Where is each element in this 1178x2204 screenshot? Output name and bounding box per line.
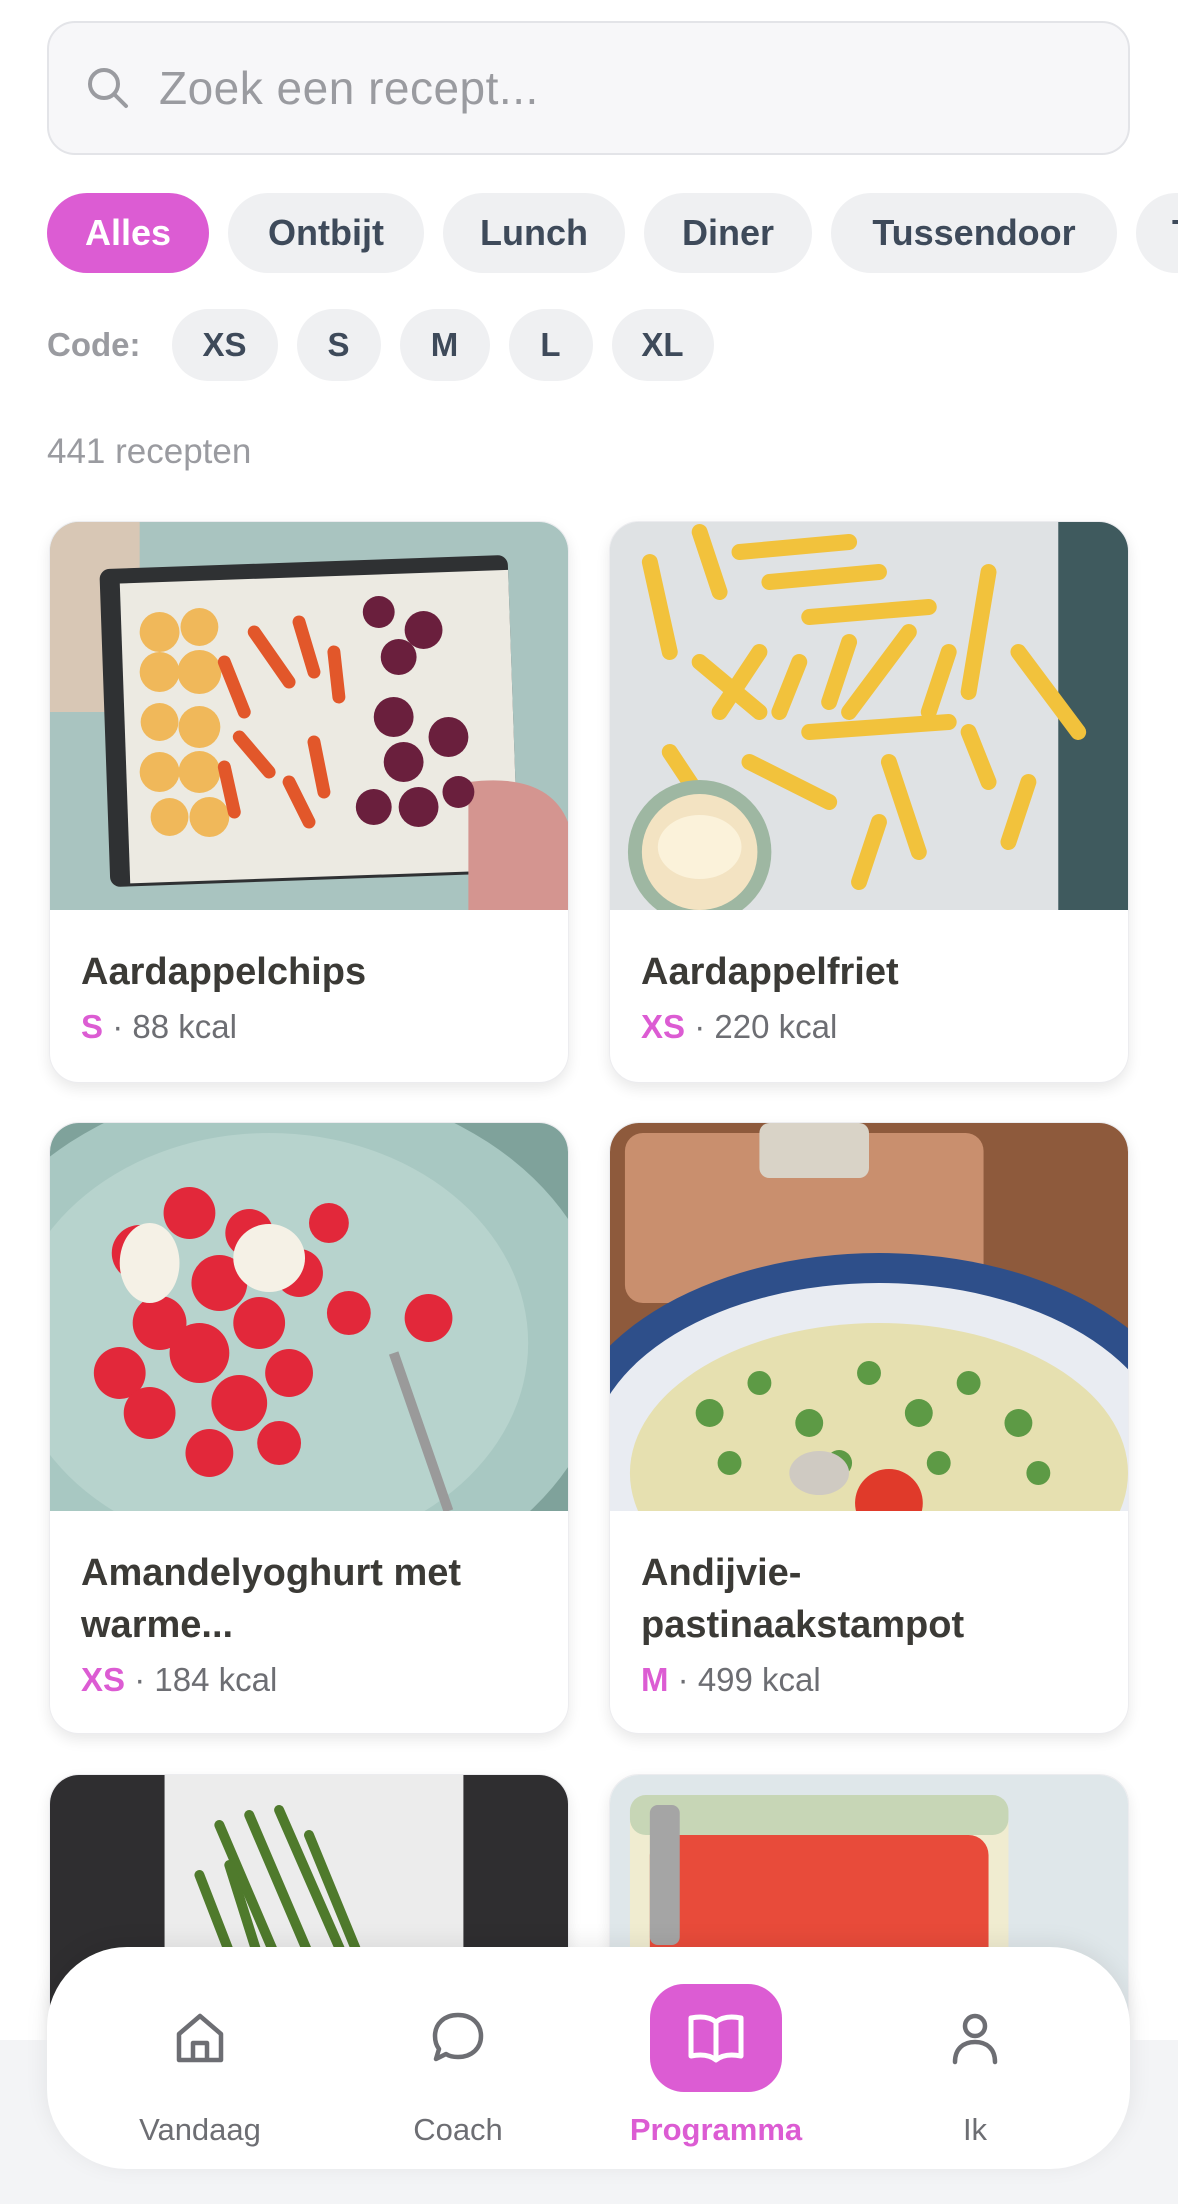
recipe-kcal: · 220 kcal xyxy=(694,1008,838,1045)
nav-item-vandaag[interactable]: Vandaag xyxy=(85,1947,315,2169)
search-input[interactable]: Zoek een recept... xyxy=(47,21,1130,155)
recipe-kcal: · 184 kcal xyxy=(134,1661,278,1698)
code-filter-label: Code: xyxy=(47,326,141,363)
home-icon xyxy=(176,2013,224,2063)
nav-label: Ik xyxy=(962,2112,988,2147)
recipe-kcal: · 499 kcal xyxy=(677,1661,821,1698)
recipe-title: Aardappelfriet xyxy=(641,951,899,993)
nav-item-programma[interactable]: Programma xyxy=(601,1947,831,2169)
recipe-title: Andijvie-pastinaakstampot xyxy=(641,1552,965,1646)
recipe-photo xyxy=(50,1123,568,1511)
bottom-nav: Vandaag Coach Programma Ik xyxy=(47,1947,1130,2169)
recipe-meta: S · 88 kcal xyxy=(81,1008,537,1046)
nav-item-coach[interactable]: Coach xyxy=(343,1947,573,2169)
recipe-meta: XS · 220 kcal xyxy=(641,1008,1097,1046)
recipe-photo xyxy=(50,522,568,910)
chat-bubble-icon xyxy=(432,2012,484,2062)
recipe-meta: XS · 184 kcal xyxy=(81,1661,537,1699)
category-filter-bar: Alles Ontbijt Lunch Diner Tussendoor T xyxy=(47,193,1178,273)
category-chip-lunch[interactable]: Lunch xyxy=(443,193,625,273)
recipe-card[interactable]: Aardappelfriet XS · 220 kcal xyxy=(609,521,1129,1083)
recipe-title: Aardappelchips xyxy=(81,951,367,993)
code-chip-m[interactable]: M xyxy=(399,309,490,381)
recipe-code: XS xyxy=(641,1008,686,1045)
recipe-photo xyxy=(610,1123,1128,1511)
nav-active-pill xyxy=(650,1984,782,2092)
category-chip-diner[interactable]: Diner xyxy=(644,193,812,273)
nav-item-ik[interactable]: Ik xyxy=(860,1947,1090,2169)
category-chip-alles[interactable]: Alles xyxy=(47,193,209,273)
category-chip-tussendoor[interactable]: Tussendoor xyxy=(831,193,1117,273)
code-chip-xs[interactable]: XS xyxy=(171,309,278,381)
recipe-title: Amandelyoghurt met warme... xyxy=(81,1552,462,1646)
person-icon xyxy=(952,2013,998,2065)
recipe-card[interactable]: Andijvie-pastinaakstampot M · 499 kcal xyxy=(609,1122,1129,1734)
recipe-code: XS xyxy=(81,1661,126,1698)
code-filter-bar: Code: XS S M L XL xyxy=(47,309,733,381)
category-chip-ontbijt[interactable]: Ontbijt xyxy=(228,193,424,273)
search-icon xyxy=(88,68,128,108)
nav-label: Coach xyxy=(413,2112,503,2147)
search-placeholder: Zoek een recept... xyxy=(159,62,539,114)
recipe-meta: M · 499 kcal xyxy=(641,1661,1097,1699)
recipe-card[interactable]: Amandelyoghurt met warme... XS · 184 kca… xyxy=(49,1122,569,1734)
recipe-card[interactable]: Aardappelchips S · 88 kcal xyxy=(49,521,569,1083)
code-chip-l[interactable]: L xyxy=(508,309,593,381)
result-count: 441 recepten xyxy=(47,432,252,471)
recipe-code: S xyxy=(81,1008,104,1045)
code-chip-xl[interactable]: XL xyxy=(611,309,714,381)
open-book-icon xyxy=(688,2014,744,2063)
recipe-kcal: · 88 kcal xyxy=(112,1008,237,1045)
category-chip-partial[interactable]: T xyxy=(1136,193,1178,273)
recipe-code: M xyxy=(641,1661,669,1698)
recipe-photo xyxy=(610,522,1128,910)
code-chip-s[interactable]: S xyxy=(296,309,381,381)
nav-label: Programma xyxy=(629,2112,803,2147)
nav-label: Vandaag xyxy=(139,2112,261,2147)
